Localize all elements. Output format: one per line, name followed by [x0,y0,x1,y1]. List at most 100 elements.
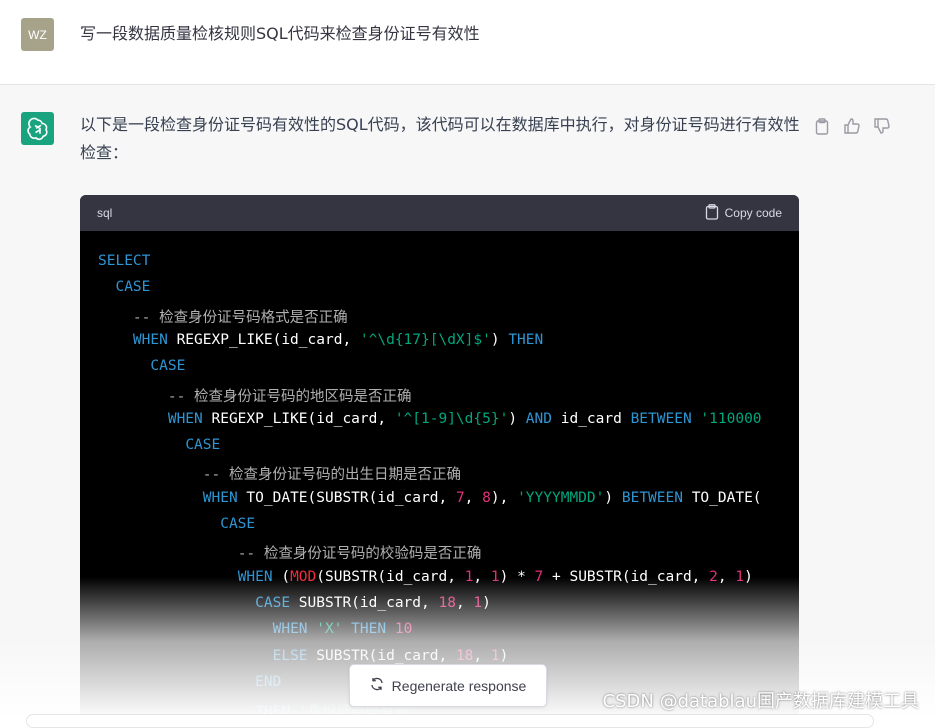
code-token: ) [490,331,509,348]
user-message-row: WZ 写一段数据质量检核规则SQL代码来检查身份证号有效性 [0,0,935,85]
code-token: 8 [482,489,491,506]
code-token: SUBSTR(id_card, [307,647,456,664]
code-token: 'YYYYMMDD' [517,489,605,506]
code-token: CASE [255,594,291,611]
code-token: ) * [499,568,535,585]
code-block: sql Copy code SELECT CASE -- 检查身份证号码格式是否… [80,195,799,725]
code-token: CASE [150,358,186,375]
code-token: REGEXP_LIKE(id_card, [167,331,360,348]
code-token: 1 [473,594,483,611]
code-token: ) [499,647,509,664]
code-token: -- 检查身份证号码的地区码是否正确 [167,388,412,405]
code-token: id_card [552,410,631,427]
code-line: WHEN (MOD(SUBSTR(id_card, 1, 1) * 7 + SU… [98,569,753,585]
code-token: ) [508,410,526,427]
code-line: CASE [98,437,220,453]
code-token: SUBSTR(id_card, [290,594,439,611]
code-token: CASE [220,516,256,532]
code-token: WHEN [272,621,308,638]
code-token: BETWEEN [630,410,692,427]
code-token: 1 [490,568,500,585]
clipboard-icon [705,203,719,223]
code-token: 18 [438,594,456,611]
code-line: SELECT [98,253,150,269]
code-token: CASE [185,437,221,454]
code-line: CASE [98,279,150,295]
code-token: -- 检查身份证号码的校验码是否正确 [237,546,482,563]
chatgpt-logo-icon [21,112,54,145]
code-token: 'X' [307,621,343,638]
code-body: SELECT CASE -- 检查身份证号码格式是否正确 WHEN REGEXP… [80,231,799,725]
csdn-watermark: CSDN @datablau国产数据库建模工具 [602,691,919,712]
code-header: sql Copy code [80,195,799,231]
code-token: AND [525,410,552,427]
code-token: REGEXP_LIKE(id_card, [202,410,395,427]
thumbs-up-icon[interactable] [842,116,862,136]
code-token: ( [272,568,291,585]
code-line: -- 检查身份证号码的出生日期是否正确 [98,463,461,484]
code-token: END [255,673,282,690]
user-message-text: 写一段数据质量检核规则SQL代码来检查身份证号有效性 [80,24,480,43]
code-token: THEN [342,621,387,638]
code-token: SELECT [98,253,151,269]
regenerate-response-button[interactable]: Regenerate response [349,664,547,707]
code-token: '^[1-9]\d{5}' [394,410,509,427]
code-token: THEN [508,331,544,348]
code-token: WHEN [167,410,203,427]
copy-code-button[interactable]: Copy code [705,203,782,223]
code-line: ELSE SUBSTR(id_card, 18, 1) [98,647,509,664]
code-token: + SUBSTR(id_card, [543,568,710,585]
code-line: WHEN REGEXP_LIKE(id_card, '^\d{17}[\dX]$… [98,332,543,348]
regenerate-label: Regenerate response [391,677,527,694]
assistant-message-row: 以下是一段检查身份证号码有效性的SQL代码，该代码可以在数据库中执行，对身份证号… [0,85,935,725]
user-avatar: WZ [21,18,54,51]
code-token: , [717,568,736,585]
refresh-icon [370,677,384,694]
code-token: MOD [290,568,317,585]
code-token: 7 [455,489,465,506]
code-token: , [464,489,483,506]
code-token: ELSE [272,647,308,664]
code-token: 18 [455,647,474,664]
code-token: -- 检查身份证号码的出生日期是否正确 [202,467,461,484]
code-token: 10 [386,621,413,638]
code-token: (SUBSTR(id_card, [316,568,465,585]
code-token: WHEN [202,489,238,506]
code-token: , [473,647,491,664]
code-line: -- 检查身份证号码的校验码是否正确 [98,542,482,563]
clipboard-icon[interactable] [812,116,832,136]
message-actions [812,116,892,136]
code-token: WHEN [132,331,168,348]
code-token: , [455,594,474,611]
code-token: , [473,568,491,585]
code-token: CASE [115,279,151,296]
code-token: ) [482,594,491,611]
copy-code-label: Copy code [724,206,782,220]
code-token: '110000 [691,410,762,427]
code-token: WHEN [237,568,273,585]
code-token: 1 [735,568,745,585]
code-token: 2 [709,568,718,585]
code-token: TO_DATE( [682,489,762,506]
thumbs-down-icon[interactable] [872,116,892,136]
code-line: CASE SUBSTR(id_card, 18, 1) [98,595,491,611]
code-token: '^\d{17}[\dX]$' [359,331,491,348]
message-input-box-edge[interactable] [26,714,874,728]
code-token: 1 [490,647,500,664]
assistant-intro-text: 以下是一段检查身份证号码有效性的SQL代码，该代码可以在数据库中执行，对身份证号… [80,115,800,162]
code-token: TO_DATE(SUBSTR(id_card, [237,489,456,506]
code-token: ) [604,489,622,506]
